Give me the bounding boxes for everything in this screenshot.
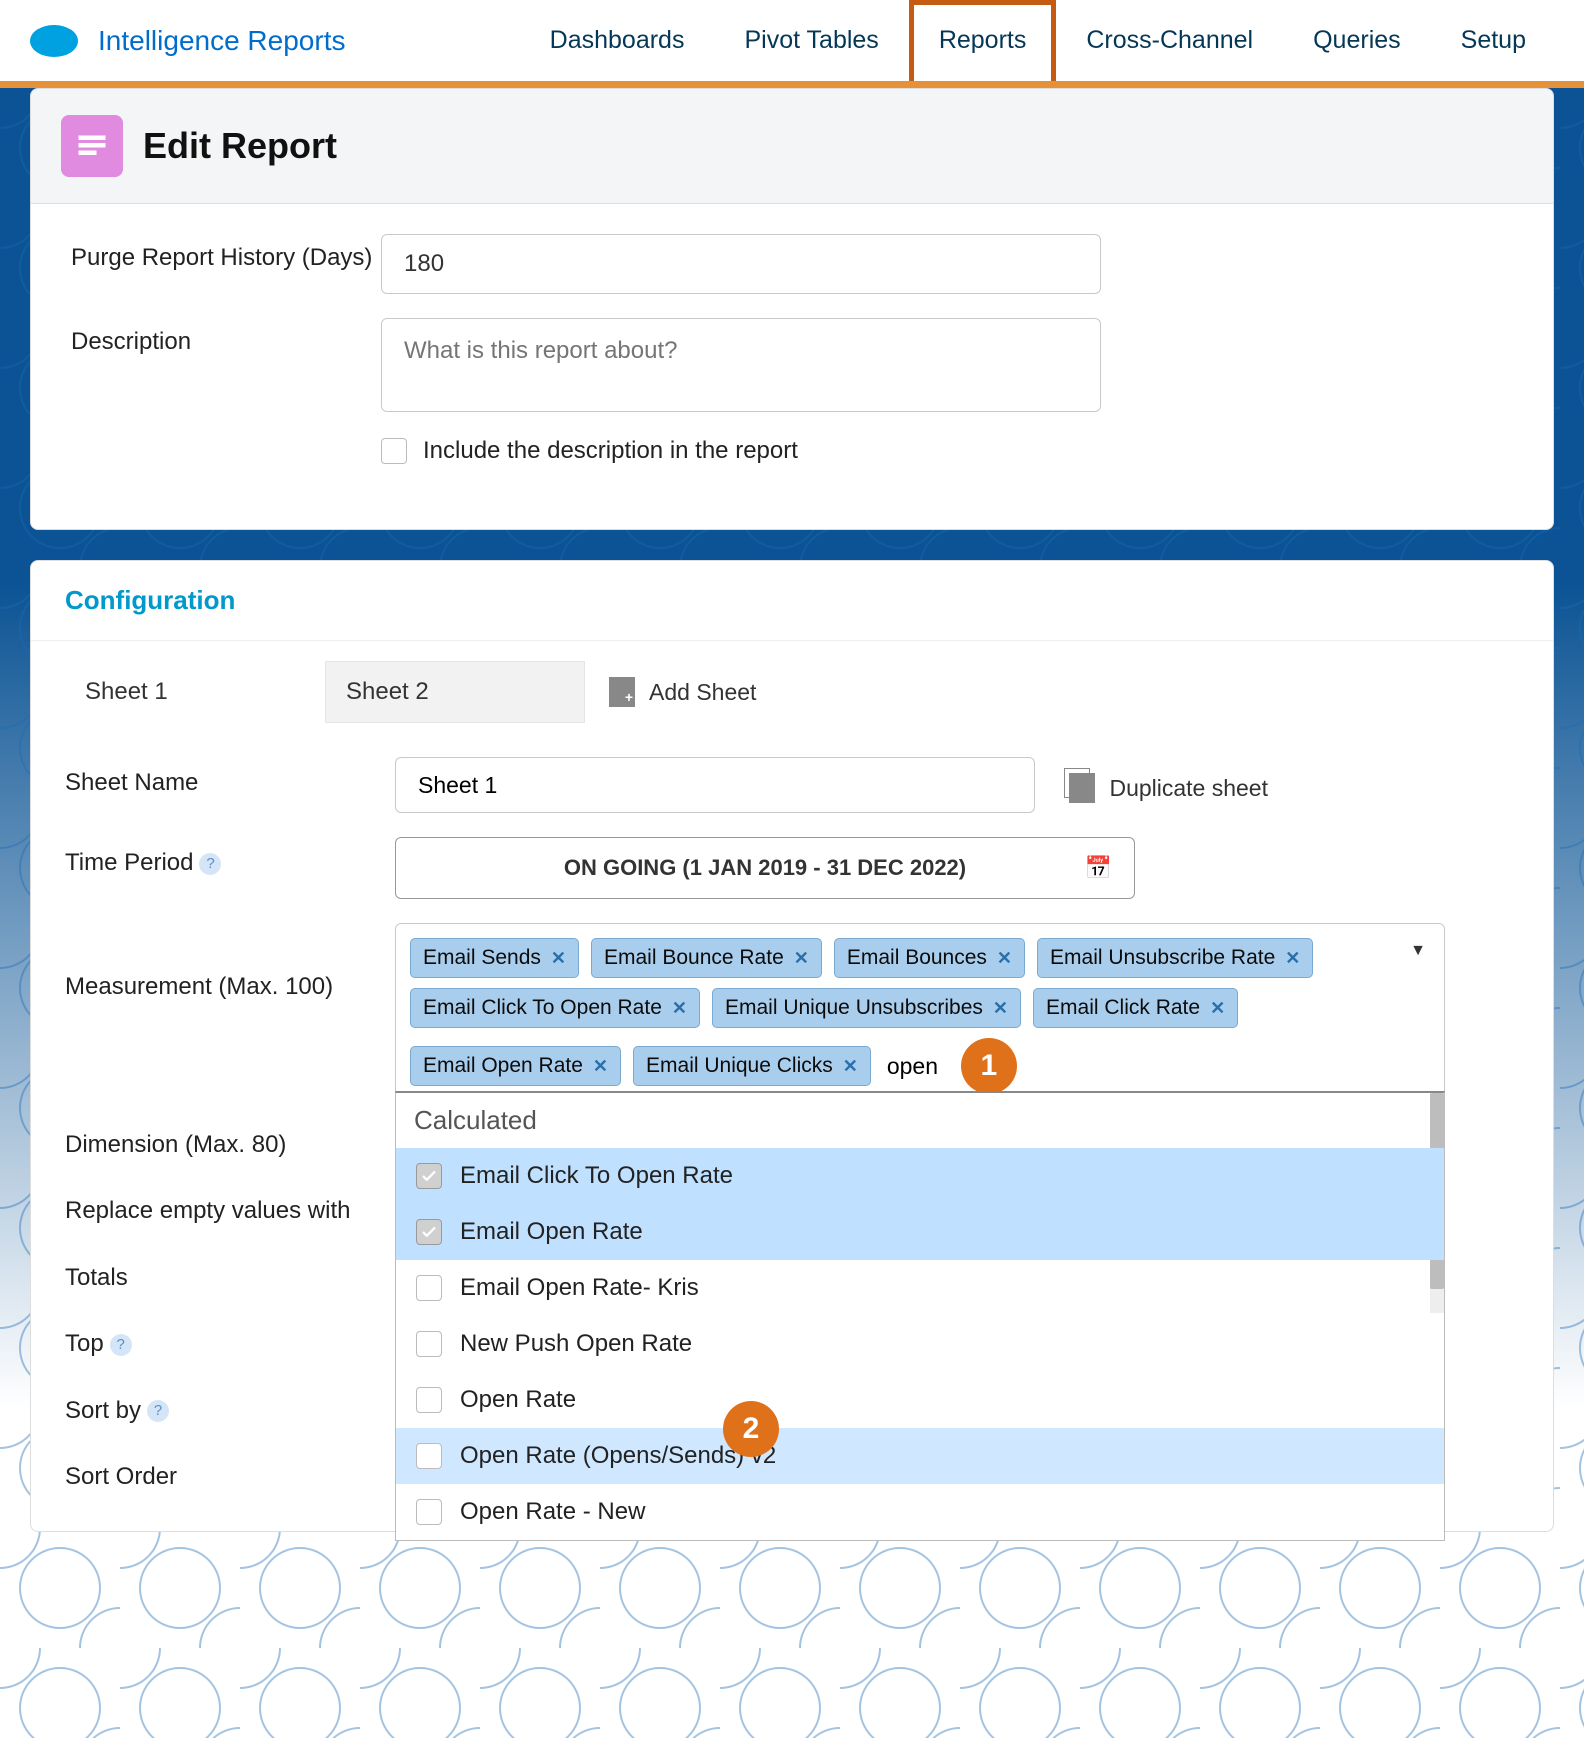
purge-input[interactable]: [381, 234, 1101, 294]
time-period-button[interactable]: ON GOING (1 JAN 2019 - 31 DEC 2022) 📅: [395, 837, 1135, 899]
callout-badge-1: 1: [961, 1038, 1017, 1094]
chip-email-click-to-open-rate[interactable]: Email Click To Open Rate✕: [410, 988, 700, 1028]
sortby-label: Sort by?: [65, 1385, 395, 1427]
sheet-tab-2[interactable]: Sheet 2: [325, 661, 585, 723]
time-period-label: Time Period?: [65, 837, 395, 879]
include-description-checkbox[interactable]: [381, 438, 407, 464]
chip-email-bounces[interactable]: Email Bounces✕: [834, 938, 1025, 978]
checkbox-icon: [416, 1443, 442, 1469]
sheet-name-input[interactable]: [395, 757, 1035, 813]
description-label: Description: [71, 318, 381, 357]
add-sheet-button[interactable]: Add Sheet: [609, 677, 756, 707]
purge-label: Purge Report History (Days): [71, 234, 381, 273]
callout-badge-2: 2: [723, 1401, 779, 1457]
top-label: Top?: [65, 1318, 395, 1360]
chip-email-open-rate[interactable]: Email Open Rate✕: [410, 1046, 621, 1086]
top-nav: Intelligence Reports Dashboards Pivot Ta…: [0, 0, 1584, 88]
measurement-label: Measurement (Max. 100): [65, 923, 395, 1003]
include-description-label: Include the description in the report: [423, 437, 798, 465]
nav-tab-queries[interactable]: Queries: [1283, 0, 1431, 81]
chip-remove-icon[interactable]: ✕: [672, 998, 687, 1019]
chip-remove-icon[interactable]: ✕: [794, 948, 809, 969]
checkbox-icon: [416, 1331, 442, 1357]
configuration-card: Configuration Sheet 1 Sheet 2 Add Sheet …: [30, 560, 1554, 1532]
description-textarea[interactable]: [381, 318, 1101, 412]
replace-empty-label: Replace empty values with: [65, 1185, 395, 1227]
checkbox-icon: [416, 1275, 442, 1301]
measurement-dropdown: Calculated Email Click To Open Rate Emai…: [395, 1091, 1445, 1541]
duplicate-sheet-button[interactable]: Duplicate sheet: [1069, 773, 1268, 803]
chip-remove-icon[interactable]: ✕: [997, 948, 1012, 969]
chip-remove-icon[interactable]: ✕: [593, 1056, 608, 1077]
help-icon[interactable]: ?: [199, 853, 221, 875]
measurement-search-input[interactable]: [883, 1047, 953, 1086]
sheet-tab-1[interactable]: Sheet 1: [65, 662, 325, 722]
duplicate-icon: [1069, 773, 1095, 803]
dropdown-item[interactable]: New Push Open Rate: [396, 1316, 1444, 1372]
calendar-icon: 📅: [1085, 855, 1112, 881]
nav-tab-dashboards[interactable]: Dashboards: [520, 0, 715, 81]
checkbox-icon: [416, 1387, 442, 1413]
dropdown-item[interactable]: Open Rate (Opens/Sends) v2: [396, 1428, 1444, 1484]
page-title: Edit Report: [143, 125, 337, 167]
chip-remove-icon[interactable]: ✕: [993, 998, 1008, 1019]
checkbox-checked-icon: [416, 1163, 442, 1189]
time-period-value: ON GOING (1 JAN 2019 - 31 DEC 2022): [564, 855, 966, 881]
nav-tabs: Dashboards Pivot Tables Reports Cross-Ch…: [520, 0, 1556, 81]
help-icon[interactable]: ?: [147, 1400, 169, 1422]
chip-email-unique-unsubscribes[interactable]: Email Unique Unsubscribes✕: [712, 988, 1021, 1028]
nav-tab-reports[interactable]: Reports: [909, 0, 1057, 81]
chip-remove-icon[interactable]: ✕: [551, 948, 566, 969]
page-header: Edit Report: [30, 88, 1554, 204]
chip-remove-icon[interactable]: ✕: [1285, 948, 1300, 969]
chip-email-bounce-rate[interactable]: Email Bounce Rate✕: [591, 938, 822, 978]
configuration-header: Configuration: [31, 561, 1553, 641]
dropdown-item[interactable]: Email Click To Open Rate: [396, 1148, 1444, 1204]
sheet-name-label: Sheet Name: [65, 757, 395, 799]
app-title: Intelligence Reports: [98, 25, 345, 57]
salesforce-logo-icon: [28, 23, 80, 59]
help-icon[interactable]: ?: [110, 1334, 132, 1356]
report-icon: [61, 115, 123, 177]
add-sheet-label: Add Sheet: [649, 679, 756, 706]
nav-tab-cross-channel[interactable]: Cross-Channel: [1056, 0, 1283, 81]
duplicate-sheet-label: Duplicate sheet: [1109, 775, 1268, 802]
sheet-tabs: Sheet 1 Sheet 2 Add Sheet: [31, 641, 1553, 733]
chip-remove-icon[interactable]: ✕: [1210, 998, 1225, 1019]
dropdown-item[interactable]: Email Open Rate: [396, 1204, 1444, 1260]
sortorder-label: Sort Order: [65, 1451, 395, 1493]
chip-email-click-rate[interactable]: Email Click Rate✕: [1033, 988, 1238, 1028]
dropdown-group-header: Calculated: [396, 1093, 1444, 1148]
nav-tab-setup[interactable]: Setup: [1431, 0, 1556, 81]
dimension-label: Dimension (Max. 80): [65, 1119, 395, 1161]
chip-email-unique-clicks[interactable]: Email Unique Clicks✕: [633, 1046, 871, 1086]
checkbox-icon: [416, 1499, 442, 1525]
dropdown-item[interactable]: Open Rate - New: [396, 1484, 1444, 1540]
nav-tab-pivot-tables[interactable]: Pivot Tables: [714, 0, 908, 81]
add-sheet-icon: [609, 677, 635, 707]
dropdown-item[interactable]: Email Open Rate- Kris: [396, 1260, 1444, 1316]
chip-email-unsubscribe-rate[interactable]: Email Unsubscribe Rate✕: [1037, 938, 1313, 978]
measurement-chips-box[interactable]: ▼ Email Sends✕ Email Bounce Rate✕ Email …: [395, 923, 1445, 1109]
dropdown-item[interactable]: Open Rate: [396, 1372, 1444, 1428]
chip-email-sends[interactable]: Email Sends✕: [410, 938, 579, 978]
chevron-down-icon[interactable]: ▼: [1410, 942, 1426, 960]
checkbox-checked-icon: [416, 1219, 442, 1245]
chip-remove-icon[interactable]: ✕: [843, 1056, 858, 1077]
totals-label: Totals: [65, 1252, 395, 1294]
report-settings-card: Purge Report History (Days) Description …: [30, 204, 1554, 530]
